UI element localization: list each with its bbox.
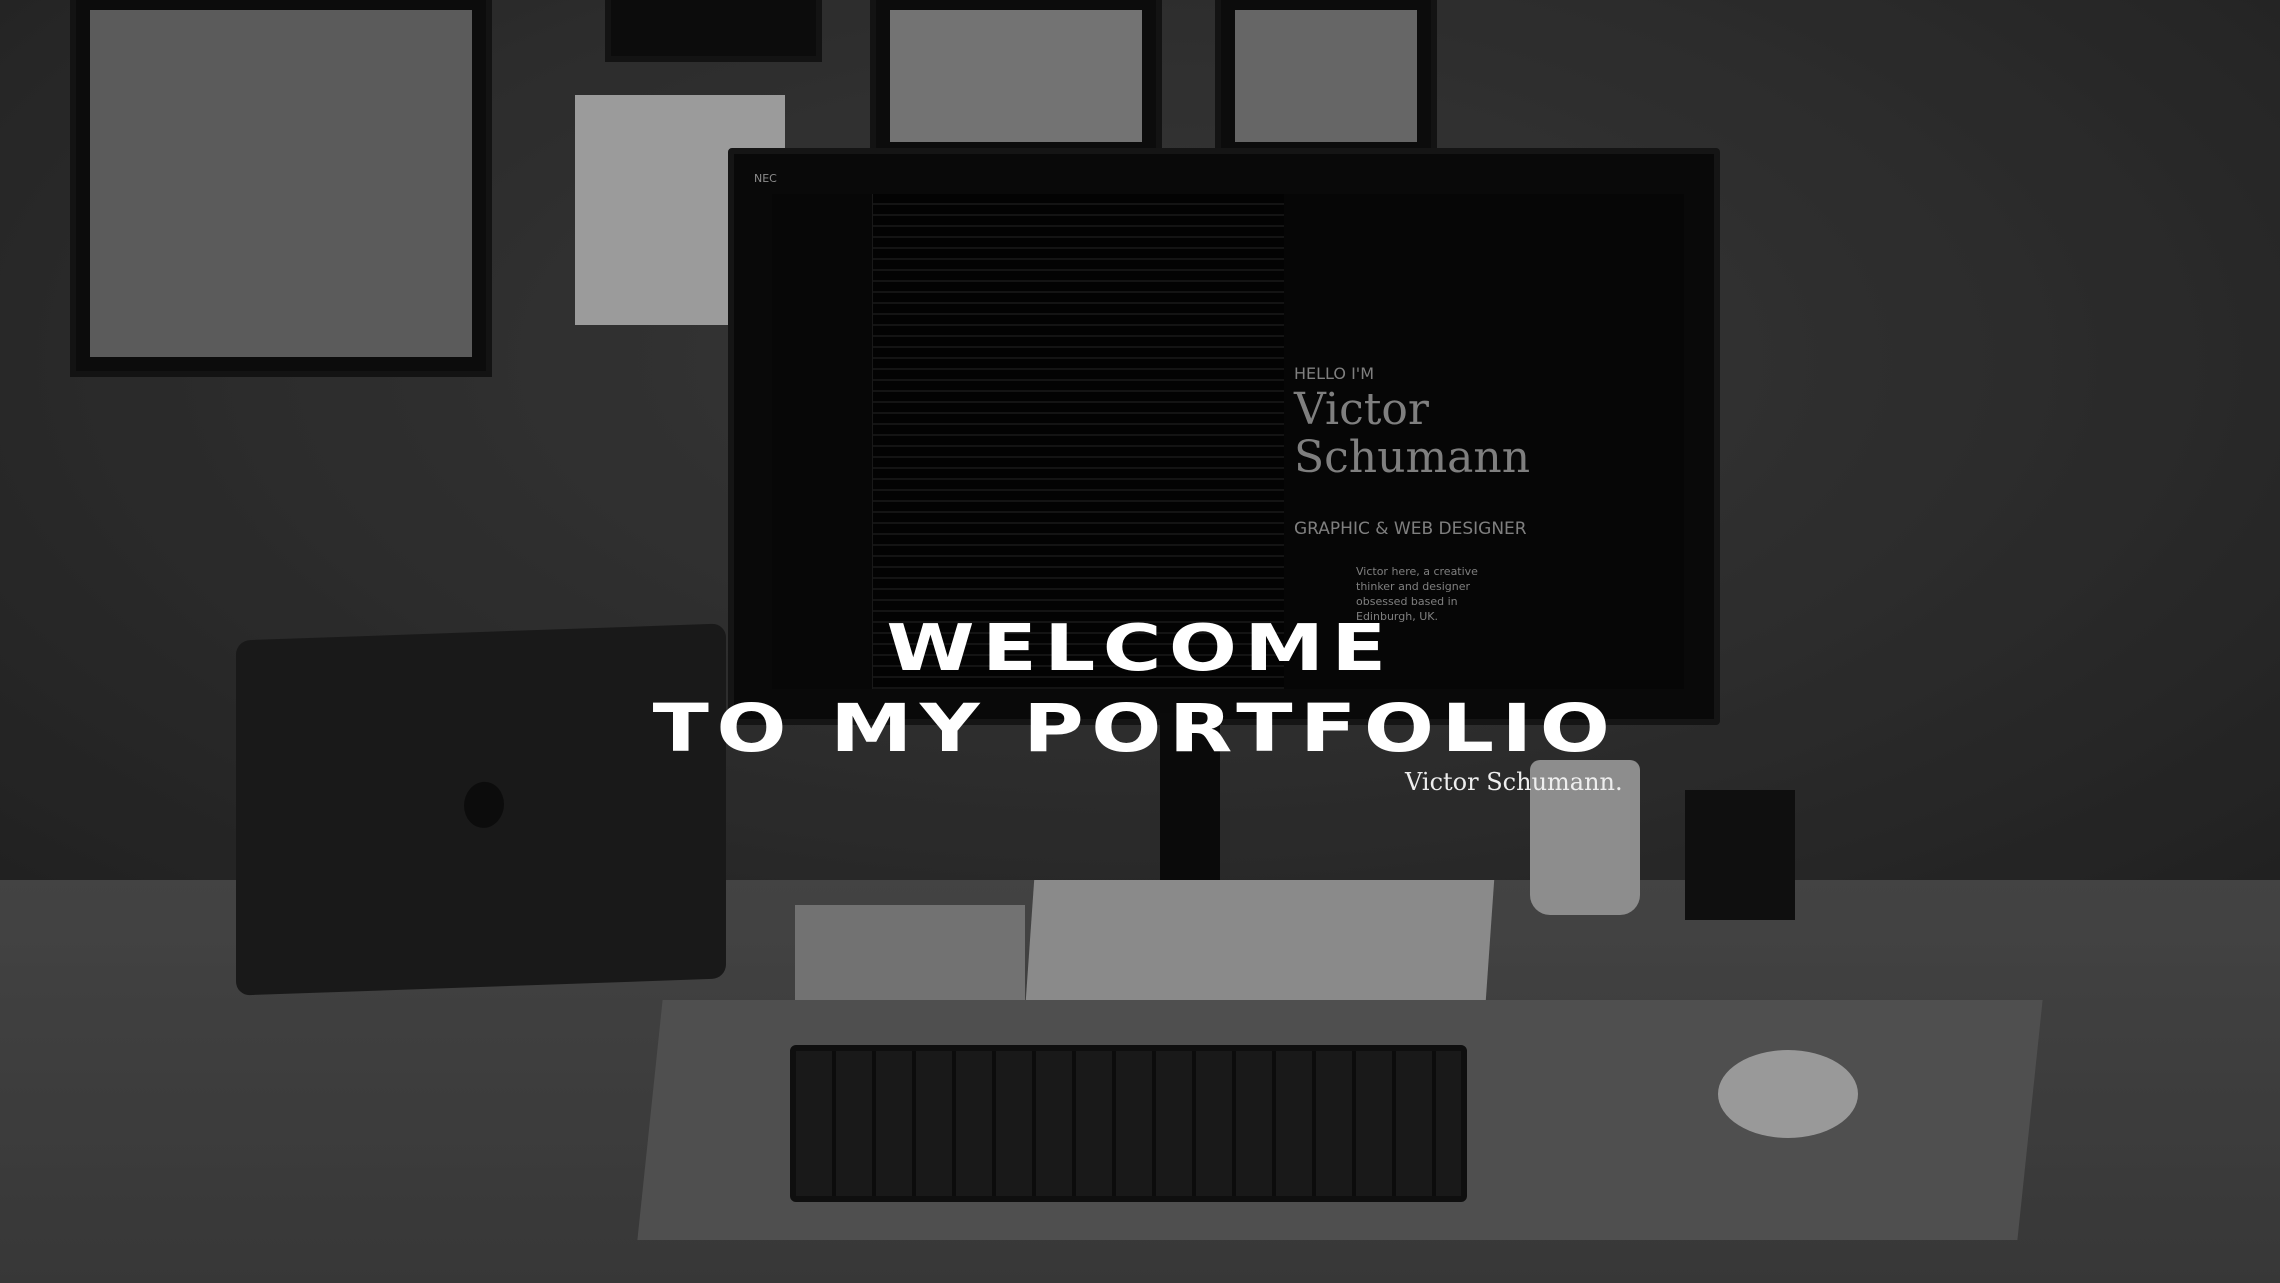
hero-title-line1: WELCOME xyxy=(886,612,1394,686)
hero-title-line2: TO MY PORTFOLIO xyxy=(652,690,1618,767)
hero-signature: Victor Schumann. xyxy=(1405,768,1623,796)
